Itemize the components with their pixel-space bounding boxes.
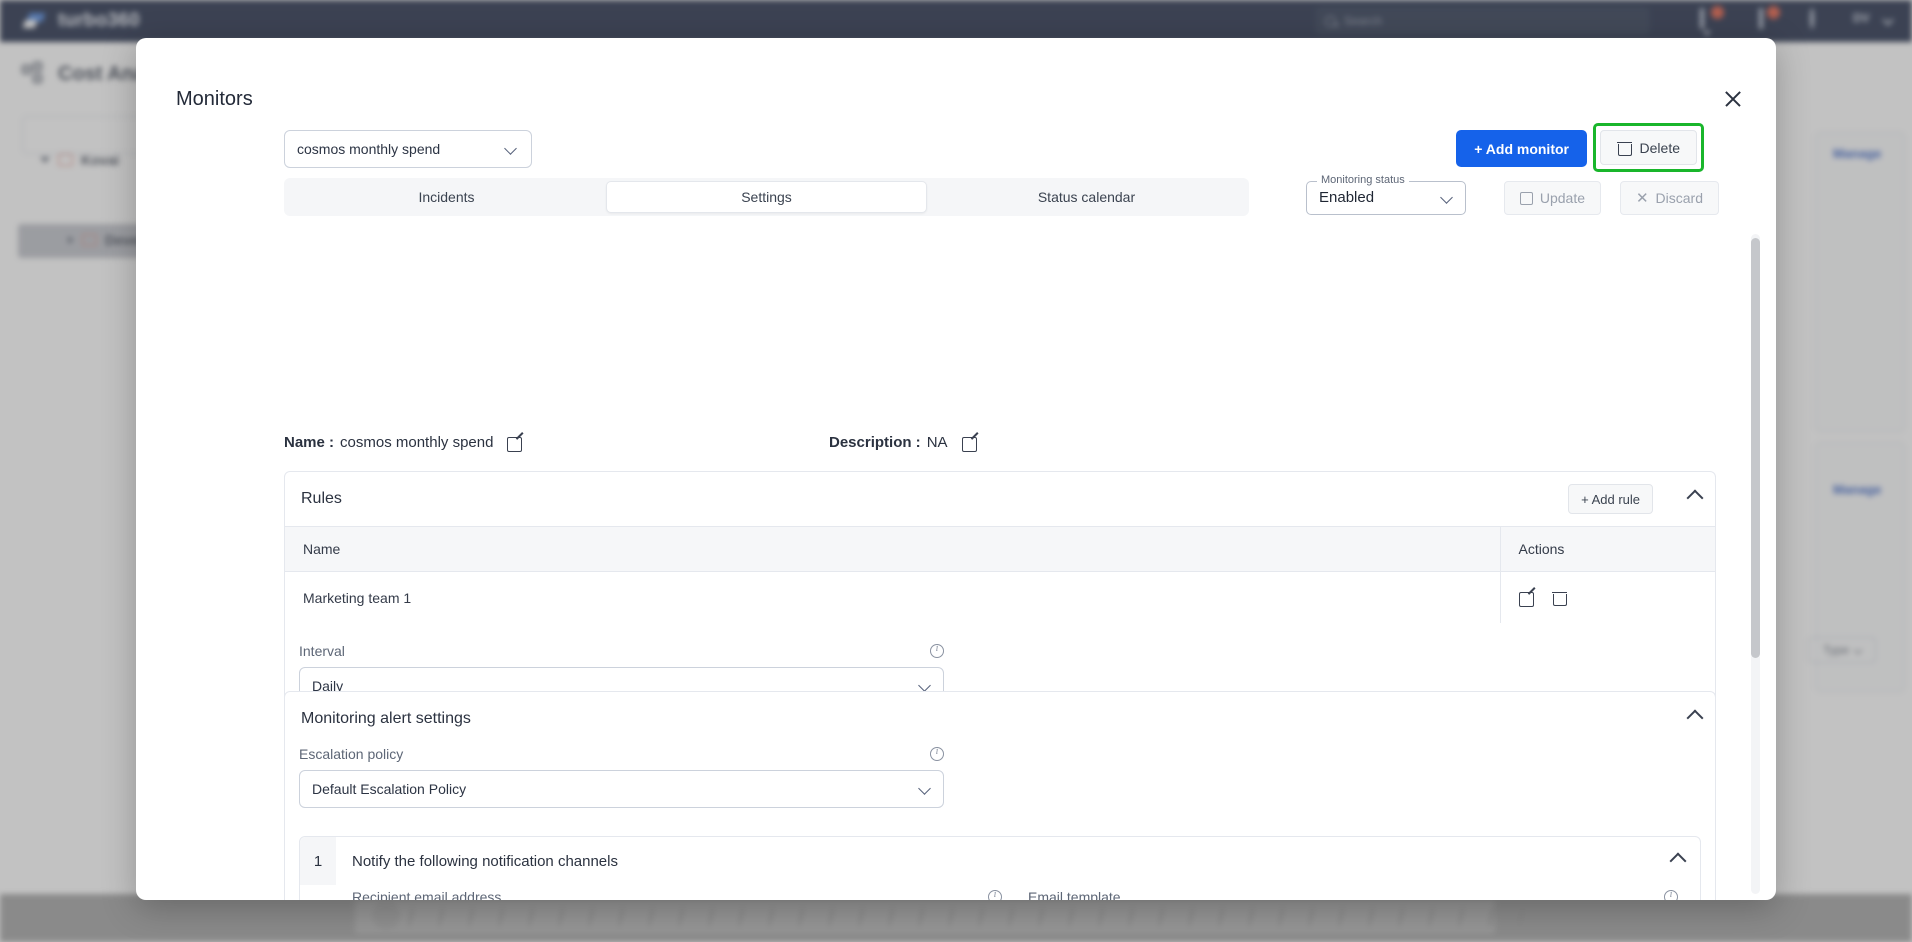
chevron-down-icon (504, 142, 517, 155)
delete-rule-icon[interactable] (1551, 590, 1567, 606)
monitor-select-dropdown[interactable]: cosmos monthly spend (284, 130, 532, 168)
escalation-policy-dropdown[interactable]: Default Escalation Policy (299, 770, 944, 808)
recipient-email-field: Recipient email address (352, 889, 1002, 900)
alert-settings-panel: Monitoring alert settings Escalation pol… (284, 691, 1716, 900)
recipient-email-label: Recipient email address (352, 889, 502, 900)
monitors-dialog: Monitors cosmos monthly spend + Add moni… (136, 38, 1776, 900)
chevron-up-icon[interactable] (1686, 489, 1704, 507)
trash-icon (1616, 140, 1632, 156)
edit-name-icon[interactable] (507, 434, 524, 452)
add-rule-button[interactable]: + Add rule (1568, 484, 1653, 514)
escalation-policy-value: Default Escalation Policy (312, 781, 467, 797)
monitor-name-value: cosmos monthly spend (340, 434, 494, 451)
step-title: Notify the following notification channe… (352, 852, 618, 870)
email-template-field: Email template system template (1028, 889, 1678, 900)
delete-button[interactable]: Delete (1599, 130, 1697, 165)
edit-rule-icon[interactable] (1518, 589, 1536, 607)
dialog-scrollbar-thumb[interactable] (1751, 238, 1760, 658)
chevron-down-icon (1440, 191, 1453, 204)
update-button[interactable]: Update (1503, 181, 1601, 215)
alert-settings-header: Monitoring alert settings (285, 692, 1715, 746)
add-monitor-button[interactable]: + Add monitor (1456, 130, 1587, 167)
monitor-description-label: Description : (829, 434, 921, 451)
delete-button-label: Delete (1639, 139, 1680, 156)
dialog-title: Monitors (176, 88, 253, 110)
tab-incidents[interactable]: Incidents (287, 181, 606, 213)
rules-title: Rules (301, 490, 342, 507)
monitor-name-row: Name : cosmos monthly spend (284, 434, 524, 452)
rules-panel-header: Rules + Add rule (285, 472, 1715, 526)
monitoring-status-dropdown[interactable]: Monitoring status Enabled (1306, 174, 1466, 215)
info-icon[interactable] (1664, 889, 1678, 900)
escalation-policy-label: Escalation policy (299, 746, 404, 762)
info-icon[interactable] (988, 889, 1002, 900)
monitoring-status-legend: Monitoring status (1317, 174, 1409, 186)
close-icon[interactable] (1720, 86, 1746, 112)
tab-settings[interactable]: Settings (606, 181, 927, 213)
rules-table-header-row: Name Actions (285, 526, 1715, 572)
info-icon[interactable] (930, 746, 944, 761)
monitoring-status-value: Enabled (1319, 189, 1375, 206)
discard-button-label: Discard (1655, 190, 1703, 206)
notification-step-1: 1 Notify the following notification chan… (299, 836, 1701, 900)
save-icon (1519, 191, 1533, 205)
chevron-down-icon (918, 782, 931, 795)
close-icon: ✕ (1635, 189, 1649, 207)
email-template-label: Email template (1028, 889, 1121, 900)
monitor-name-label: Name : (284, 434, 335, 451)
chevron-up-icon[interactable] (1686, 709, 1704, 727)
chevron-down-icon (918, 679, 931, 692)
rule-name-cell: Marketing team 1 (303, 589, 412, 606)
rules-col-actions: Actions (1499, 526, 1715, 572)
tab-status-calendar[interactable]: Status calendar (927, 181, 1246, 213)
escalation-policy-field: Escalation policy Default Escalation Pol… (285, 746, 1715, 822)
edit-description-icon[interactable] (961, 434, 979, 452)
monitor-description-value: NA (926, 434, 948, 451)
table-row: Marketing team 1 (285, 571, 1715, 623)
interval-label: Interval (299, 643, 345, 659)
rules-panel: Rules + Add rule Name Actions Marketing … (284, 471, 1716, 728)
rule-actions-cell (1499, 571, 1715, 623)
discard-button[interactable]: ✕ Discard (1619, 181, 1719, 215)
rules-table: Name Actions Marketing team 1 (285, 526, 1715, 623)
rules-col-name: Name (285, 526, 1500, 572)
step-fields-row: Recipient email address Email template (300, 885, 1700, 900)
update-button-label: Update (1539, 190, 1585, 206)
delete-button-highlight: Delete (1592, 123, 1704, 172)
info-icon[interactable] (930, 643, 944, 658)
dialog-tabs: Incidents Settings Status calendar (284, 178, 1249, 216)
alert-settings-title: Monitoring alert settings (301, 710, 471, 727)
monitor-select-value: cosmos monthly spend (297, 141, 441, 157)
dialog-scroll-area: Name : cosmos monthly spend Description … (136, 228, 1776, 900)
chevron-up-icon[interactable] (1669, 852, 1687, 870)
monitor-description-row: Description : NA (829, 434, 979, 452)
step-header: Notify the following notification channe… (300, 837, 1700, 885)
